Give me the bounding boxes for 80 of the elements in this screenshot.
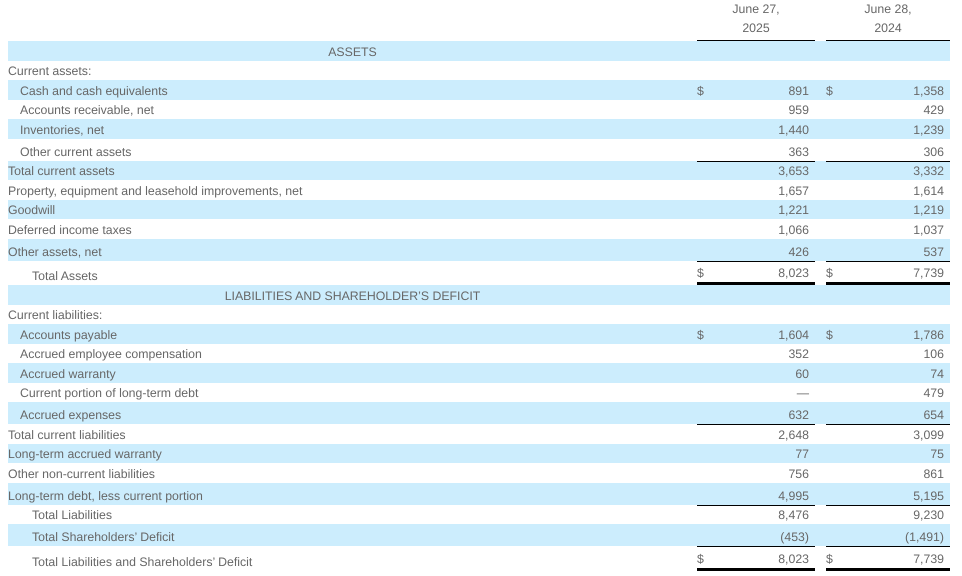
amount-cell: 1,614 [913,184,944,198]
amount-cell: 352 [788,347,809,361]
amount-cell: 426 [788,244,809,258]
row-label: Total Assets [32,269,98,283]
amount-cell: 8,023 [778,266,809,280]
row-label: Current liabilities: [8,308,102,322]
row-label: Long-term accrued warranty [8,447,162,461]
amount-cell: 106 [923,347,944,361]
amount-cell: 654 [923,408,944,422]
amount-cell: 1,066 [778,222,809,236]
column-header: June 27, 2025 [732,1,780,37]
row-label: Accounts payable [20,328,118,342]
section-heading: ASSETS [328,44,377,58]
row-label: Long-term debt, less current portion [8,488,203,502]
row-label: Goodwill [8,203,56,217]
amount-cell: 3,653 [778,164,809,178]
amount-cell: 632 [788,408,809,422]
amount-cell: 363 [788,144,809,158]
amount-cell: 429 [923,103,944,117]
row-label: Other non-current liabilities [8,466,155,480]
amount-cell: — [796,386,809,400]
currency-symbol: $ [697,84,704,98]
amount-cell: 7,739 [913,266,944,280]
amount-cell: 3,099 [913,428,944,442]
amount-cell: 306 [923,144,944,158]
amount-cell: 8,476 [778,508,809,522]
row-label: Other current assets [20,144,132,158]
amount-cell: 8,023 [778,552,809,566]
currency-symbol: $ [826,84,833,98]
row-label: Deferred income taxes [8,222,132,236]
row-label: Total current liabilities [8,428,126,442]
currency-symbol: $ [697,266,704,280]
amount-cell: 77 [795,447,809,461]
amount-cell: 75 [930,447,944,461]
amount-cell: 1,219 [913,203,944,217]
currency-symbol: $ [826,328,833,342]
currency-symbol: $ [697,328,704,342]
row-label: Accrued warranty [20,366,116,380]
amount-cell: 2,648 [778,428,809,442]
amount-cell: 537 [923,244,944,258]
amount-cell: 5,195 [913,488,944,502]
row-label: Accrued expenses [20,408,122,422]
row-label: Total Liabilities [32,508,112,522]
amount-cell: (453) [780,530,809,544]
amount-cell: 891 [788,84,809,98]
column-header: June 28, 2024 [864,1,912,37]
amount-cell: 7,739 [913,552,944,566]
amount-cell: 3,332 [913,164,944,178]
row-label: Accounts receivable, net [20,103,154,117]
row-label: Accrued employee compensation [20,347,202,361]
row-label: Inventories, net [20,122,104,136]
amount-cell: 60 [795,366,809,380]
amount-cell: 9,230 [913,508,944,522]
row-label: Cash and cash equivalents [20,84,168,98]
amount-cell: 861 [923,466,944,480]
row-label: Current portion of long-term debt [20,386,198,400]
amount-cell: 1,037 [913,222,944,236]
currency-symbol: $ [697,552,704,566]
amount-cell: 479 [923,386,944,400]
currency-symbol: $ [826,552,833,566]
section-heading: LIABILITIES AND SHAREHOLDER’S DEFICIT [224,288,480,302]
row-label: Current assets: [8,64,92,78]
row-label: Total current assets [8,164,115,178]
amount-cell: 1,239 [913,122,944,136]
amount-cell: 1,657 [778,184,809,198]
amount-cell: 756 [788,466,809,480]
row-label: Total Shareholders’ Deficit [32,530,174,544]
row-label: Total Liabilities and Shareholders’ Deficit [32,554,252,568]
currency-symbol: $ [826,266,833,280]
amount-cell: 1,786 [913,328,944,342]
amount-cell: 74 [930,366,944,380]
amount-cell: 1,221 [778,203,809,217]
amount-cell: 4,995 [778,488,809,502]
amount-cell: 1,358 [913,84,944,98]
row-label: Other assets, net [8,244,102,258]
amount-cell: 1,440 [778,122,809,136]
amount-cell: (1,491) [905,530,944,544]
amount-cell: 1,604 [778,328,809,342]
row-label: Property, equipment and leasehold improvements, net [8,184,302,198]
amount-cell: 959 [788,103,809,117]
